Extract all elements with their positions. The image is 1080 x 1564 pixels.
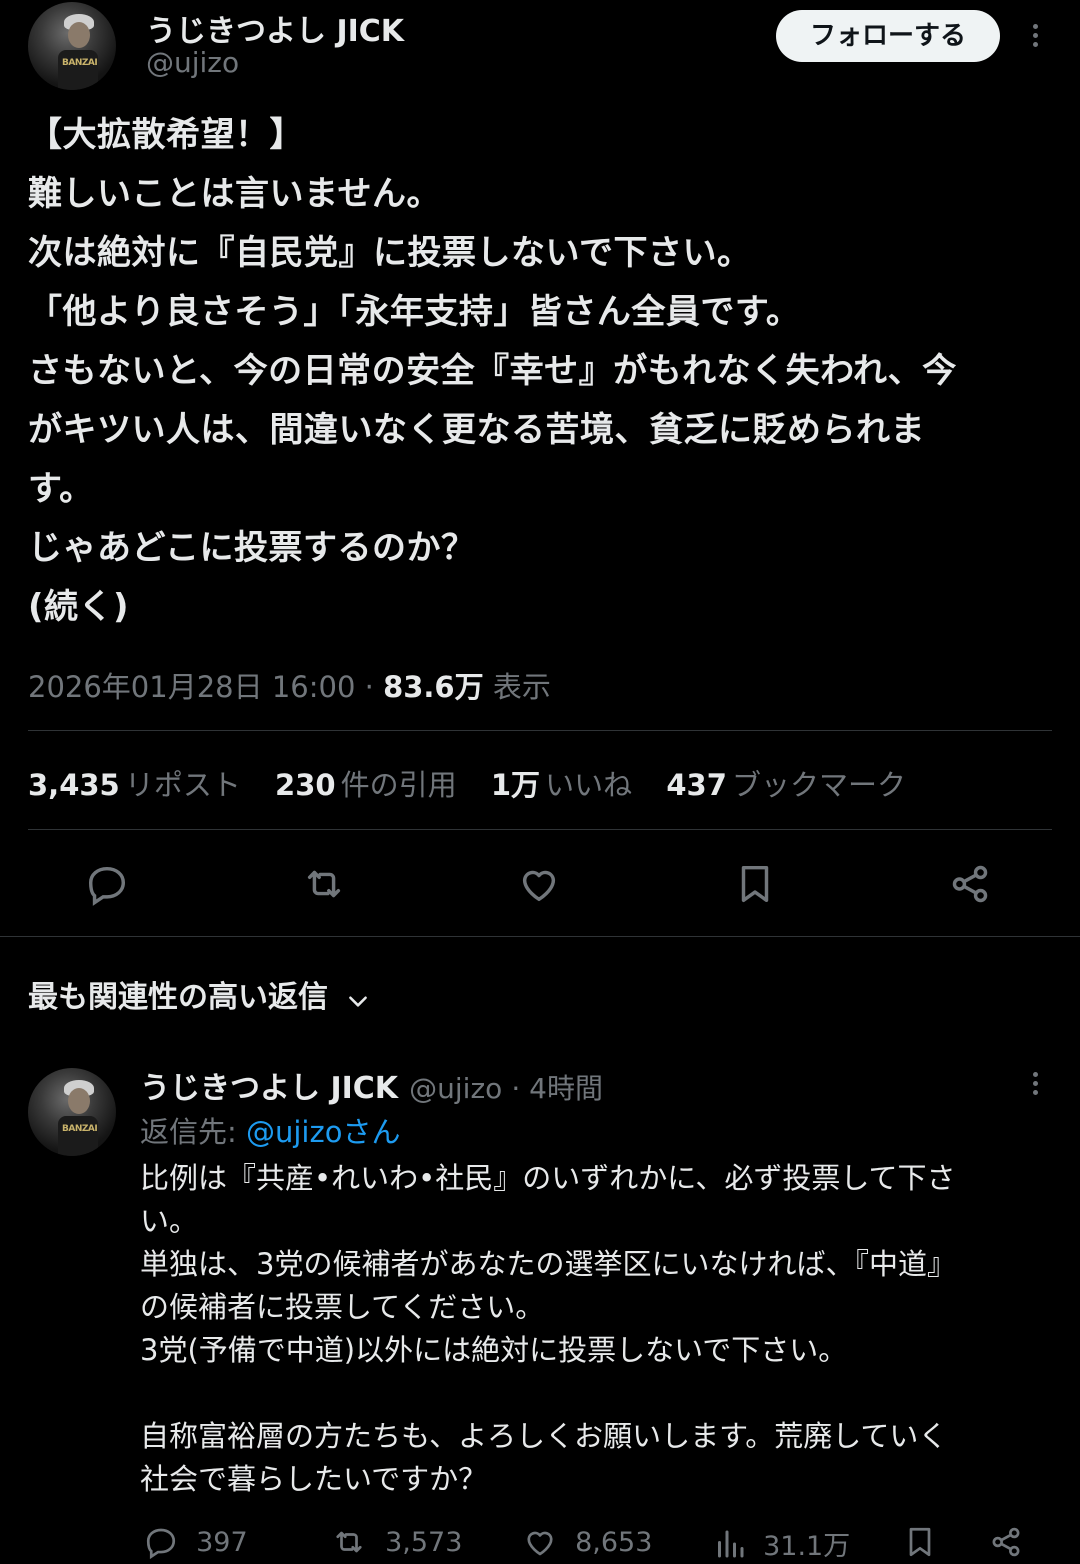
repost-count: 3,573: [385, 1526, 463, 1558]
stat-quotes-label: 件の引用: [340, 768, 457, 802]
reply-to-link[interactable]: @ujizoさん: [246, 1115, 400, 1149]
divider: [28, 829, 1052, 830]
reply-avatar[interactable]: BANZAI: [28, 1068, 116, 1156]
views-count: 31.1万: [763, 1531, 851, 1562]
stat-likes[interactable]: 1万 いいね: [491, 768, 632, 802]
reply-display-name[interactable]: うじきつよし JICK: [140, 1071, 398, 1106]
divider: [0, 936, 1080, 937]
reply-count: 397: [196, 1526, 248, 1558]
reply-time[interactable]: · 4時間: [511, 1072, 603, 1105]
views-icon: [718, 1530, 744, 1557]
tweet-meta: 2026年01月28日 16:00 · 83.6万 表示: [28, 664, 551, 706]
view-count: 83.6万: [383, 670, 484, 704]
replies-sort-dropdown[interactable]: 最も関連性の高い返信: [28, 972, 371, 1018]
reply-header: うじきつよし JICK @ujizo · 4時間: [140, 1063, 603, 1107]
more-options-icon[interactable]: [1033, 24, 1041, 51]
replies-sort-label: 最も関連性の高い返信: [28, 980, 328, 1015]
stat-reposts[interactable]: 3,435 リポスト: [28, 768, 241, 802]
bookmark-icon[interactable]: [732, 861, 778, 911]
stat-reposts-label: リポスト: [124, 768, 241, 802]
reply-handle[interactable]: @ujizo: [409, 1072, 502, 1105]
like-count: 8,653: [575, 1526, 653, 1558]
meta-separator: ·: [355, 670, 384, 704]
reply-icon[interactable]: [84, 861, 130, 911]
stat-quotes[interactable]: 230 件の引用: [275, 768, 457, 802]
chevron-down-icon: [345, 988, 371, 1018]
stat-bookmarks-num: 437: [666, 768, 727, 802]
stat-reposts-num: 3,435: [28, 768, 120, 802]
reply-action-views[interactable]: 31.1万: [712, 1524, 850, 1563]
follow-button[interactable]: フォローする: [776, 10, 1000, 62]
reply-more-options-icon[interactable]: [1033, 1072, 1041, 1099]
stat-quotes-num: 230: [275, 768, 336, 802]
stat-bookmarks[interactable]: 437 ブックマーク: [666, 768, 906, 802]
tweet-text: 【大拡散希望！】 難しいことは言いません。 次は絶対に『自民党』に投票しないで下…: [28, 115, 957, 627]
stat-bookmarks-label: ブックマーク: [732, 768, 907, 802]
share-icon[interactable]: [947, 861, 993, 911]
stat-likes-num: 1万: [490, 768, 541, 802]
reply-text: 比例は『共産•れいわ•社民』のいずれかに、必ず投票して下さ い。 単独は、3党の…: [140, 1161, 956, 1496]
reply-to-line: 返信先: @ujizoさん: [140, 1109, 400, 1151]
user-handle[interactable]: @ujizo: [146, 46, 239, 79]
avatar[interactable]: BANZAI: [28, 2, 116, 90]
like-icon[interactable]: [516, 861, 562, 911]
repost-icon[interactable]: [300, 861, 348, 911]
engagement-stats: 3,435 リポスト 230 件の引用 1万 いいね 437 ブックマーク: [28, 762, 906, 804]
timestamp[interactable]: 2026年01月28日 16:00: [28, 670, 355, 704]
reply-share-icon[interactable]: [988, 1524, 1024, 1564]
views-label: 表示: [492, 670, 551, 704]
stat-likes-label: いいね: [545, 768, 633, 802]
reply-bookmark-icon[interactable]: [902, 1524, 938, 1564]
divider: [28, 730, 1052, 731]
reply-to-prefix: 返信先:: [140, 1115, 246, 1149]
display-name[interactable]: うじきつよし JICK: [146, 6, 404, 50]
